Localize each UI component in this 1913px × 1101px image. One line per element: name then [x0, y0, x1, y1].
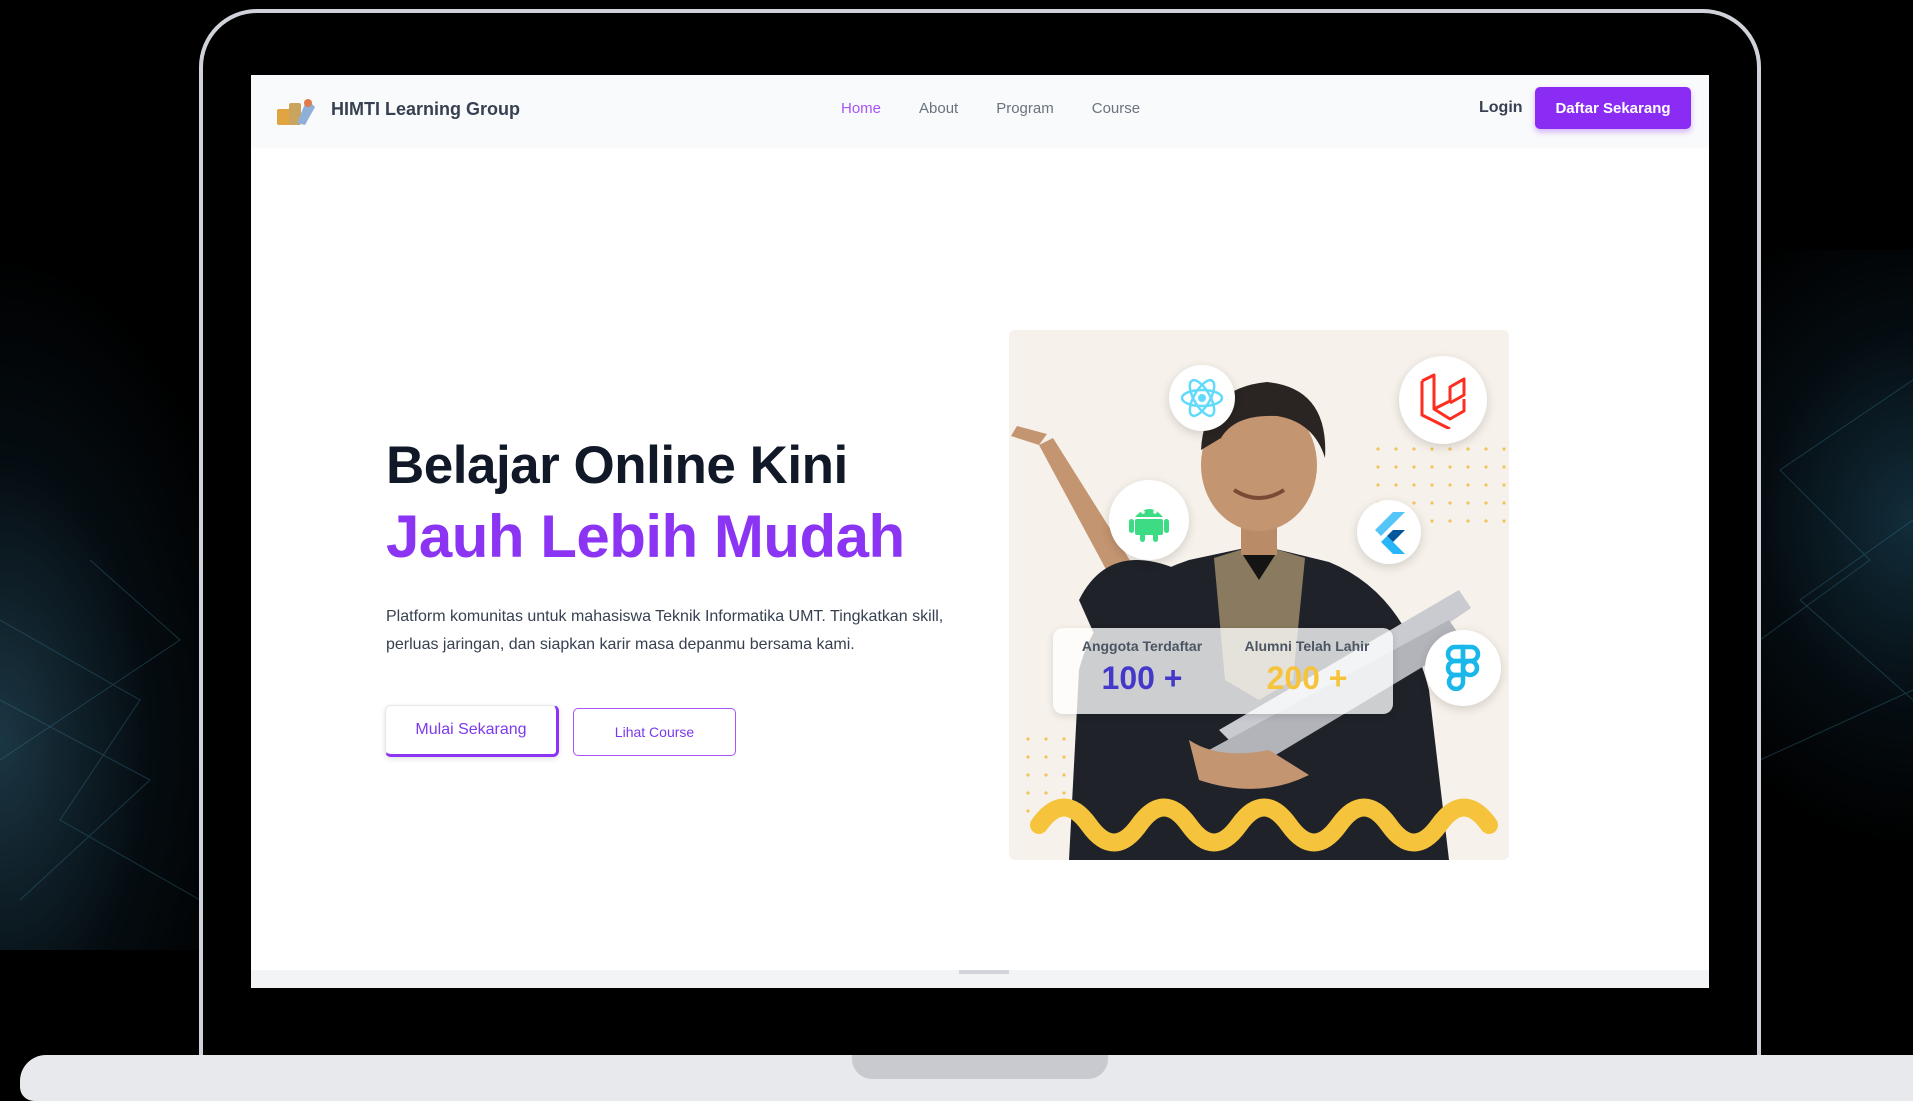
- website-screen: HIMTI Learning Group Home About Program …: [251, 75, 1709, 988]
- stats-card: Anggota Terdaftar 100 + Alumni Telah Lah…: [1053, 628, 1393, 714]
- nav-links: Home About Program Course: [841, 100, 1140, 117]
- stat-value: 100 +: [1101, 660, 1183, 696]
- figma-icon: [1425, 630, 1501, 706]
- register-button[interactable]: Daftar Sekarang: [1535, 87, 1691, 129]
- stat-label: Alumni Telah Lahir: [1244, 638, 1370, 654]
- react-icon: [1169, 365, 1235, 431]
- brand-name[interactable]: HIMTI Learning Group: [331, 99, 520, 120]
- scroll-indicator: [959, 970, 1009, 974]
- laravel-icon: [1399, 356, 1487, 444]
- laptop-notch: [852, 1055, 1108, 1079]
- page-bottom-strip: [251, 970, 1709, 988]
- view-course-button[interactable]: Lihat Course: [573, 708, 736, 756]
- nav-link-course[interactable]: Course: [1092, 100, 1140, 117]
- nav-link-home[interactable]: Home: [841, 100, 881, 117]
- stat-registered-members: Anggota Terdaftar 100 +: [1067, 638, 1217, 697]
- hero-image: Anggota Terdaftar 100 + Alumni Telah Lah…: [1009, 330, 1509, 860]
- stat-label: Anggota Terdaftar: [1081, 638, 1203, 654]
- hero-title-line1: Belajar Online Kini: [386, 436, 848, 495]
- android-icon: [1109, 480, 1189, 560]
- hero-description: Platform komunitas untuk mahasiswa Tekni…: [386, 608, 944, 653]
- stat-alumni: Alumni Telah Lahir 200 +: [1229, 638, 1385, 697]
- brand-logo-icon[interactable]: [275, 93, 317, 132]
- hero-title-line2: Jauh Lebih Mudah: [386, 503, 905, 570]
- nav-link-about[interactable]: About: [919, 100, 958, 117]
- nav-link-program[interactable]: Program: [996, 100, 1054, 117]
- flutter-icon: [1357, 500, 1421, 564]
- stat-value: 200 +: [1266, 660, 1348, 696]
- login-link[interactable]: Login: [1479, 99, 1523, 117]
- navbar: HIMTI Learning Group Home About Program …: [251, 75, 1709, 145]
- start-now-button[interactable]: Mulai Sekarang: [385, 705, 559, 757]
